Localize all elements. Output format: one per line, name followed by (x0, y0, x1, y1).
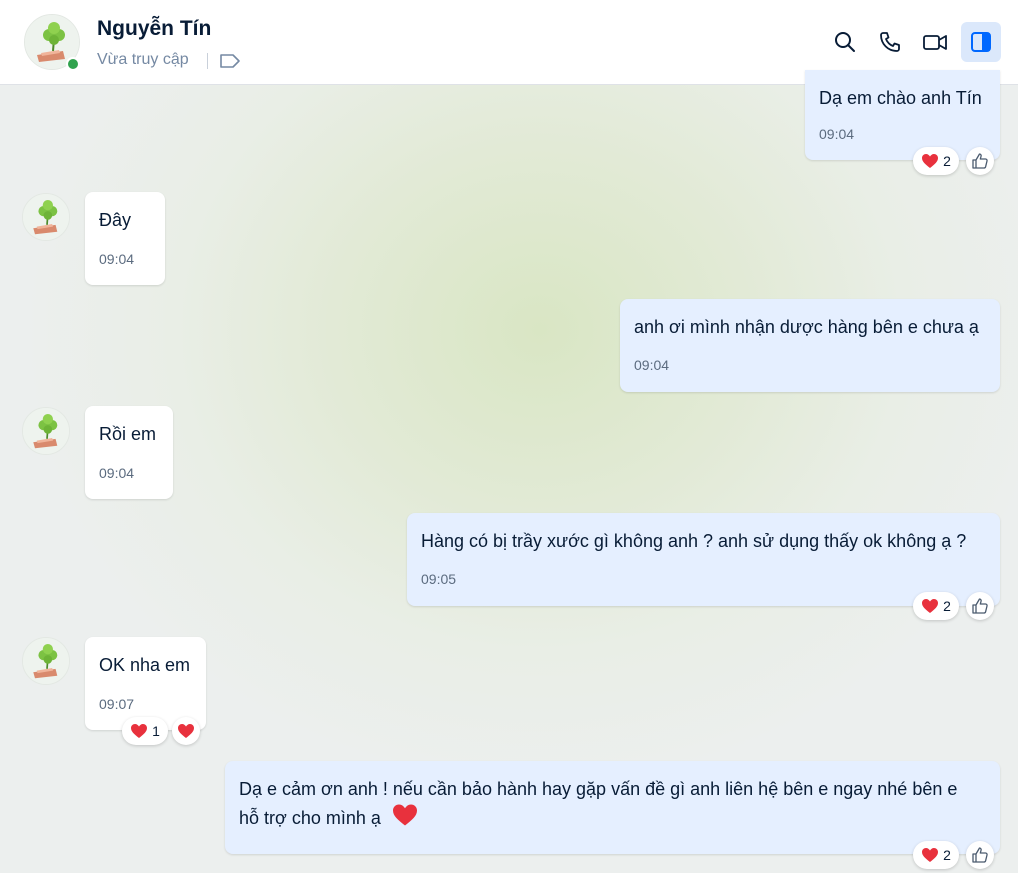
video-icon (923, 35, 947, 50)
heart-icon (922, 154, 939, 168)
like-reaction-button[interactable] (966, 841, 994, 869)
reaction-count: 2 (943, 153, 951, 169)
reaction-count: 2 (943, 598, 951, 614)
conversation-info-button[interactable] (961, 22, 1001, 62)
message-bubble-outgoing[interactable]: Dạ e cảm ơn anh ! nếu cần bảo hành hay g… (225, 761, 1000, 854)
status-divider (207, 53, 208, 69)
like-reaction-button[interactable] (966, 147, 994, 175)
reaction-count: 2 (943, 847, 951, 863)
thumbs-up-icon (972, 598, 988, 614)
contact-status: Vừa truy cập (97, 51, 189, 68)
reaction-heart-count[interactable]: 1 (122, 717, 168, 745)
message-bubble-outgoing[interactable]: anh ơi mình nhận dược hàng bên e chưa ạ … (620, 299, 1000, 392)
message-text: anh ơi mình nhận dược hàng bên e chưa ạ (634, 317, 979, 337)
contact-name[interactable]: Nguyễn Tín (97, 17, 211, 41)
phone-icon (880, 32, 900, 52)
sender-avatar[interactable] (22, 193, 70, 241)
sender-avatar[interactable] (22, 637, 70, 685)
heart-emoji-icon (392, 804, 417, 826)
video-call-button[interactable] (915, 22, 955, 62)
search-icon (835, 32, 855, 52)
tag-icon[interactable] (219, 51, 241, 71)
heart-icon (922, 599, 939, 613)
message-bubble-incoming[interactable]: Đây 09:04 (85, 192, 165, 285)
message-time: 09:05 (421, 571, 457, 587)
reaction-count: 1 (152, 723, 160, 739)
heart-icon (178, 724, 194, 738)
message-text: OK nha em (99, 655, 191, 675)
message-bubble-outgoing[interactable]: Hàng có bị trầy xước gì không anh ? anh … (407, 513, 1000, 606)
reaction-heart-count[interactable]: 2 (913, 592, 959, 620)
message-text: Dạ em chào anh Tín (819, 88, 982, 108)
sender-avatar[interactable] (22, 407, 70, 455)
reaction-heart-count[interactable]: 2 (913, 147, 959, 175)
voice-call-button[interactable] (870, 22, 910, 62)
message-time: 09:07 (99, 696, 135, 712)
message-time: 09:04 (99, 465, 135, 481)
message-text-line-2: hỗ trợ cho mình ạ (239, 803, 986, 832)
reaction-heart-count[interactable]: 2 (913, 841, 959, 869)
thumbs-up-icon (972, 847, 988, 863)
search-button[interactable] (825, 22, 865, 62)
message-text-line-1: Dạ e cảm ơn anh ! nếu cần bảo hành hay g… (239, 779, 958, 799)
message-text-line-2-text: hỗ trợ cho mình ạ (239, 808, 381, 828)
message-bubble-outgoing[interactable]: Dạ em chào anh Tín 09:04 (805, 70, 1000, 160)
heart-icon (131, 724, 148, 738)
like-reaction-button[interactable] (966, 592, 994, 620)
message-time: 09:04 (819, 126, 855, 142)
message-bubble-incoming[interactable]: Rồi em 09:04 (85, 406, 173, 499)
heart-reaction-button[interactable] (172, 717, 200, 745)
thumbs-up-icon (972, 153, 988, 169)
message-text: Hàng có bị trầy xước gì không anh ? anh … (421, 531, 967, 551)
heart-icon (922, 848, 939, 862)
online-status-dot (66, 57, 80, 71)
sidebar-toggle-icon (971, 32, 991, 52)
message-time: 09:04 (634, 357, 670, 373)
message-text: Đây (99, 210, 132, 230)
message-text: Rồi em (99, 424, 157, 444)
message-time: 09:04 (99, 251, 135, 267)
